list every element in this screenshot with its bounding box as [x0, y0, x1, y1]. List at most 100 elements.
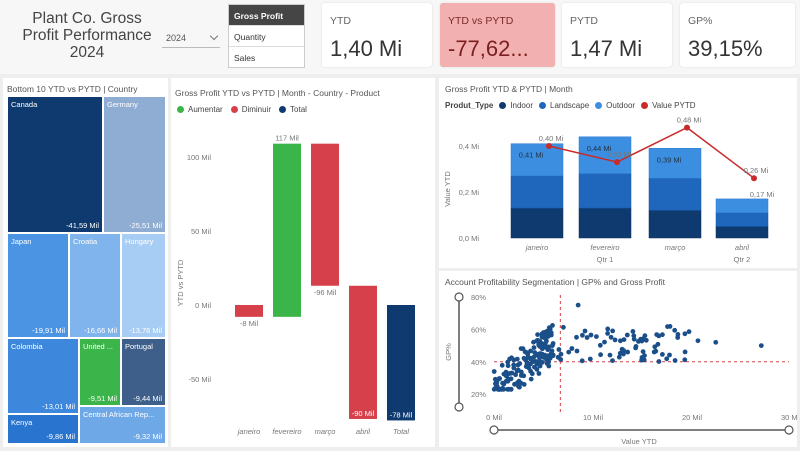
scatter-point[interactable] — [499, 362, 505, 368]
scatter-point[interactable] — [610, 358, 615, 363]
scatter-point[interactable] — [660, 332, 665, 338]
stacked-bar-segment[interactable] — [578, 173, 632, 209]
scatter-point[interactable] — [605, 331, 610, 336]
scatter-point[interactable] — [569, 346, 575, 351]
scatter-point[interactable] — [536, 371, 542, 376]
scatter-point[interactable] — [579, 358, 585, 364]
scatter-point[interactable] — [514, 356, 520, 362]
scatter-point[interactable] — [556, 347, 562, 352]
treemap-cell-germany[interactable]: Germany -25,51 Mil — [103, 96, 166, 233]
scatter-point[interactable] — [610, 328, 615, 334]
treemap-cell-croatia[interactable]: Croatia -16,66 Mil — [69, 233, 121, 338]
scatter-point[interactable] — [495, 377, 501, 382]
scatter-point[interactable] — [665, 324, 670, 329]
scatter-point[interactable] — [580, 332, 585, 338]
scatter-point[interactable] — [501, 386, 506, 392]
scatter-point[interactable] — [612, 337, 618, 343]
scatter-point[interactable] — [675, 332, 681, 337]
scatter-point[interactable] — [491, 369, 497, 374]
scatter-point[interactable] — [633, 345, 638, 351]
scatter-point[interactable] — [528, 348, 533, 354]
scatter-point[interactable] — [547, 353, 553, 359]
stacked-bar-segment[interactable] — [715, 226, 769, 239]
scatter-point[interactable] — [507, 356, 512, 362]
treemap-cell-central-african-rep[interactable]: Central African Rep... -9,32 Mil — [79, 406, 166, 444]
scatter-point[interactable] — [536, 342, 542, 348]
scatter-point[interactable] — [535, 337, 541, 343]
scatter-point[interactable] — [630, 329, 636, 334]
scatter-point[interactable] — [672, 358, 678, 363]
scatter-point[interactable] — [536, 359, 542, 365]
waterfall-bar[interactable] — [349, 285, 377, 419]
scatter-point[interactable] — [527, 355, 533, 361]
scatter-point[interactable] — [523, 364, 529, 369]
scatter-point[interactable] — [540, 352, 545, 357]
scatter-point[interactable] — [535, 332, 540, 337]
slicer-sales[interactable]: Sales — [229, 47, 304, 68]
scatter-point[interactable] — [682, 349, 688, 355]
waterfall-bar[interactable] — [235, 305, 263, 317]
stacked-bar-segment[interactable] — [510, 207, 564, 239]
y-range-slider-handle-top[interactable] — [454, 292, 464, 302]
scatter-point[interactable] — [534, 367, 540, 372]
scatter-point[interactable] — [625, 349, 631, 355]
scatter-point[interactable] — [521, 382, 527, 387]
scatter-point[interactable] — [529, 371, 535, 377]
scatter-point[interactable] — [608, 334, 614, 340]
scatter-point[interactable] — [515, 362, 521, 368]
scatter-point[interactable] — [508, 376, 514, 382]
stacked-bar-segment[interactable] — [648, 177, 702, 211]
scatter-point[interactable] — [582, 328, 588, 334]
scatter-point[interactable] — [642, 333, 648, 339]
scatter-point[interactable] — [621, 337, 627, 342]
treemap-cell-kenya[interactable]: Kenya -9,86 Mil — [7, 414, 79, 444]
year-dropdown[interactable]: 2024 — [162, 28, 220, 48]
scatter-point[interactable] — [521, 355, 527, 361]
scatter-point[interactable] — [672, 327, 678, 333]
scatter-point[interactable] — [522, 349, 528, 355]
scatter-point[interactable] — [656, 359, 662, 364]
scatter-point[interactable] — [655, 341, 661, 347]
pytd-point[interactable] — [546, 143, 552, 149]
scatter-point[interactable] — [638, 336, 643, 342]
scatter-point[interactable] — [541, 330, 546, 335]
treemap-cell-hungary[interactable]: Hungary -13,76 Mil — [121, 233, 166, 338]
stacked-bar-segment[interactable] — [648, 210, 702, 239]
pytd-point[interactable] — [684, 124, 690, 131]
stacked-bar-segment[interactable] — [510, 143, 564, 177]
scatter-point[interactable] — [550, 343, 555, 348]
scatter-point[interactable] — [531, 345, 537, 350]
scatter-point[interactable] — [509, 370, 515, 376]
scatter-point[interactable] — [695, 338, 701, 344]
scatter-point[interactable] — [511, 365, 517, 371]
x-range-slider-handle-left[interactable] — [489, 425, 499, 435]
scatter-point[interactable] — [542, 341, 548, 347]
scatter-point[interactable] — [653, 348, 659, 354]
pytd-point[interactable] — [614, 159, 620, 166]
scatter-point[interactable] — [682, 357, 688, 363]
scatter-point[interactable] — [621, 351, 626, 357]
scatter-point[interactable] — [624, 332, 630, 338]
scatter-point[interactable] — [640, 349, 646, 354]
x-range-slider-handle-right[interactable] — [784, 425, 794, 435]
scatter-point[interactable] — [602, 339, 607, 345]
scatter-point[interactable] — [597, 342, 603, 348]
scatter-point[interactable] — [558, 357, 564, 362]
stacked-bar-segment[interactable] — [510, 175, 564, 209]
stacked-bar-segment[interactable] — [715, 212, 769, 227]
treemap-cell-portugal[interactable]: Portugal -9,44 Mil — [121, 338, 166, 406]
y-range-slider-handle-bottom[interactable] — [454, 402, 464, 412]
waterfall-bar[interactable] — [273, 143, 301, 317]
scatter-point[interactable] — [682, 331, 688, 337]
scatter-point[interactable] — [546, 363, 552, 369]
slicer-quantity[interactable]: Quantity — [229, 26, 304, 47]
scatter-point[interactable] — [664, 356, 670, 362]
treemap-cell-united[interactable]: United ... -9,51 Mil — [79, 338, 121, 406]
scatter-point[interactable] — [508, 386, 514, 392]
treemap-cell-colombia[interactable]: Colombia -13,01 Mil — [7, 338, 79, 414]
scatter-point[interactable] — [528, 376, 534, 382]
scatter-point[interactable] — [598, 352, 603, 358]
stacked-bar-segment[interactable] — [578, 207, 632, 239]
scatter-point[interactable] — [504, 370, 510, 376]
scatter-point[interactable] — [643, 337, 649, 343]
